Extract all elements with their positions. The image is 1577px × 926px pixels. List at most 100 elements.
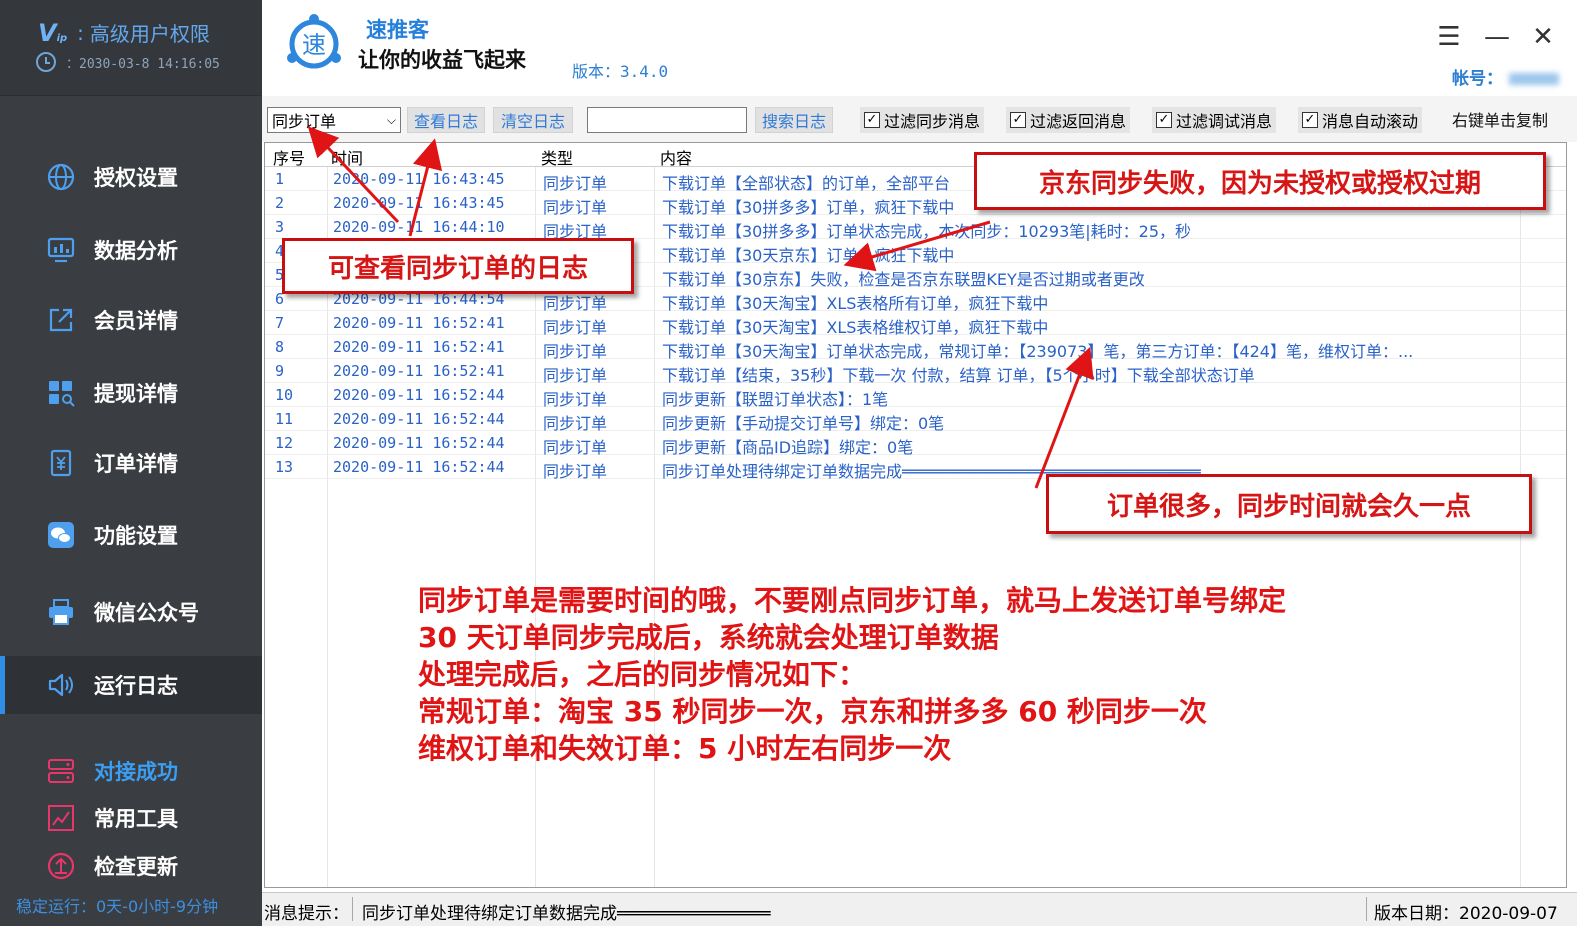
row-time: 2020-09-11 16:44:10 — [333, 218, 505, 236]
nav-label: 数据分析 — [94, 239, 178, 263]
nav-item-run-log[interactable]: 运行日志 — [0, 656, 262, 714]
table-row[interactable]: 3 2020-09-11 16:44:10 同步订单 下载订单【30拼多多】订单状态完… — [265, 215, 1566, 241]
vip-label: 高级用户权限 — [89, 22, 210, 46]
filter-debug-checkbox[interactable]: ✓ 过滤调试消息 — [1152, 107, 1277, 133]
nav-item-data-analysis[interactable]: 数据分析 — [0, 221, 262, 279]
nav-label: 功能设置 — [94, 524, 178, 548]
app-version: 版本：3.4.0 — [572, 62, 669, 81]
yuan-document-icon — [46, 448, 76, 478]
vip-status: Vip : 高级用户权限 — [38, 18, 210, 47]
row-index: 10 — [275, 386, 294, 404]
app-name: 速推客 — [366, 18, 429, 42]
table-row[interactable]: 11 2020-09-11 16:52:44 同步订单 同步更新【手动提交订单号】绑定… — [265, 407, 1566, 433]
filter-return-checkbox[interactable]: ✓ 过滤返回消息 — [1006, 107, 1131, 133]
vip-icon: Vip — [38, 18, 68, 47]
account-value-blurred — [1509, 73, 1559, 85]
row-index: 13 — [275, 458, 294, 476]
callout-view-log: 可查看同步订单的日志 — [282, 238, 634, 294]
tool-label: 常用工具 — [94, 807, 178, 831]
table-row[interactable]: 12 2020-09-11 16:52:44 同步订单 同步更新【商品ID追踪】绑定：… — [265, 431, 1566, 457]
nav-item-withdraw-details[interactable]: 提现详情 — [0, 364, 262, 422]
monitor-chart-icon — [46, 235, 76, 265]
callout-jd-failure: 京东同步失败，因为未授权或授权过期 — [974, 152, 1546, 210]
tool-label: 对接成功 — [94, 760, 178, 784]
clear-log-button[interactable]: 清空日志 — [493, 107, 573, 133]
table-row[interactable]: 10 2020-09-11 16:52:44 同步订单 同步更新【联盟订单状态】：1笔 — [265, 383, 1566, 409]
app-logo: 速 — [280, 10, 348, 78]
nav-item-order-details[interactable]: 订单详情 — [0, 434, 262, 492]
app-slogan: 让你的收益飞起来 — [358, 48, 526, 72]
check-update[interactable]: 检查更新 — [0, 844, 262, 888]
build-date: 版本日期：2020-09-07 — [1374, 904, 1558, 924]
log-search-input[interactable] — [587, 107, 747, 133]
nav-label: 微信公众号 — [94, 601, 199, 625]
tool-label: 检查更新 — [94, 855, 178, 879]
account-label: 帐号： — [1452, 69, 1503, 89]
globe-icon — [46, 162, 76, 192]
row-time: 2020-09-11 16:52:41 — [333, 338, 505, 356]
connection-status[interactable]: 对接成功 — [0, 749, 262, 793]
note-line: 30 天订单同步完成后，系统就会处理订单数据 — [418, 621, 999, 654]
apps-search-icon — [46, 378, 76, 408]
wechat-icon — [46, 520, 76, 550]
nav-label: 订单详情 — [94, 452, 178, 476]
log-toolbar: 同步订单 ⌵ 查看日志 清空日志 搜索日志 ✓ 过滤同步消息 ✓ 过滤返回消息 ✓ 过… — [262, 96, 1577, 142]
chevron-down-icon: ⌵ — [386, 112, 396, 127]
uptime-text: 稳定运行：0天-0小时-9分钟 — [16, 897, 219, 916]
svg-text:速: 速 — [302, 31, 326, 59]
column-header-content[interactable]: 内容 — [660, 145, 692, 169]
clock-icon — [36, 52, 56, 72]
column-header-time[interactable]: 时间 — [331, 145, 363, 169]
sync-notes: 同步订单是需要时间的哦，不要刚点同步订单，就马上发送订单号绑定 30 天订单同步… — [418, 582, 1286, 767]
row-time: 2020-09-11 16:43:45 — [333, 194, 505, 212]
external-link-icon — [46, 305, 76, 335]
sidebar: Vip : 高级用户权限 ：2030-03-8 14:16:05 授权设置 数据… — [0, 0, 262, 926]
table-row[interactable]: 7 2020-09-11 16:52:41 同步订单 下载订单【30天淘宝】XLS表格… — [265, 311, 1566, 337]
note-line: 常规订单：淘宝 35 秒同步一次，京东和拼多多 60 秒同步一次 — [418, 695, 1207, 728]
row-time: 2020-09-11 16:52:44 — [333, 458, 505, 476]
checkbox-checked-icon: ✓ — [1010, 112, 1026, 128]
nav-item-auth-settings[interactable]: 授权设置 — [0, 148, 262, 206]
nav-item-wechat-official[interactable]: 微信公众号 — [0, 583, 262, 641]
nav-item-member-details[interactable]: 会员详情 — [0, 291, 262, 349]
table-row[interactable]: 8 2020-09-11 16:52:41 同步订单 下载订单【30天淘宝】订单状态完… — [265, 335, 1566, 361]
status-message: 同步订单处理待绑定订单数据完成═══════════════ — [362, 904, 771, 924]
auto-scroll-checkbox[interactable]: ✓ 消息自动滚动 — [1298, 107, 1423, 133]
row-time: 2020-09-11 16:52:41 — [333, 314, 505, 332]
row-index: 7 — [275, 314, 285, 332]
filter-sync-checkbox[interactable]: ✓ 过滤同步消息 — [860, 107, 985, 133]
row-index: 1 — [275, 170, 285, 188]
log-type-select[interactable]: 同步订单 ⌵ — [267, 107, 401, 133]
status-label: 消息提示： — [264, 904, 349, 924]
row-time: 2020-09-11 16:52:44 — [333, 410, 505, 428]
view-log-button[interactable]: 查看日志 — [407, 107, 485, 133]
note-line: 维权订单和失效订单：5 小时左右同步一次 — [418, 732, 952, 765]
table-row[interactable]: 9 2020-09-11 16:52:41 同步订单 下载订单【结束，35秒】下载一次… — [265, 359, 1566, 385]
note-line: 处理完成后，之后的同步情况如下： — [418, 658, 867, 691]
nav-item-function-settings[interactable]: 功能设置 — [0, 506, 262, 564]
row-time: 2020-09-11 16:52:41 — [333, 362, 505, 380]
expiry-text: ：2030-03-8 14:16:05 — [66, 56, 220, 72]
checkbox-checked-icon: ✓ — [1302, 112, 1318, 128]
nav-label: 会员详情 — [94, 309, 178, 333]
nav-label: 提现详情 — [94, 382, 178, 406]
column-header-type[interactable]: 类型 — [541, 145, 573, 169]
upload-circle-icon — [46, 851, 76, 881]
search-log-button[interactable]: 搜索日志 — [755, 107, 833, 133]
log-type-value: 同步订单 — [272, 112, 337, 131]
menu-button[interactable]: ☰ — [1434, 22, 1464, 52]
column-header-index[interactable]: 序号 — [273, 145, 305, 169]
nav-label: 授权设置 — [94, 166, 178, 190]
note-line: 同步订单是需要时间的哦，不要刚点同步订单，就马上发送订单号绑定 — [418, 584, 1287, 617]
checkbox-checked-icon: ✓ — [864, 112, 880, 128]
status-bar: 消息提示： 同步订单处理待绑定订单数据完成═══════════════ 版本日… — [262, 892, 1577, 926]
close-button[interactable]: ✕ — [1528, 22, 1558, 52]
minimize-button[interactable]: — — [1482, 22, 1512, 52]
common-tools[interactable]: 常用工具 — [0, 796, 262, 840]
chart-tool-icon — [46, 803, 76, 833]
app-header: 速 速推客 让你的收益飞起来 版本：3.4.0 ☰ — ✕ 帐号： — [262, 0, 1577, 96]
server-icon — [46, 756, 76, 786]
row-index: 11 — [275, 410, 294, 428]
printer-icon — [46, 597, 76, 627]
row-index: 12 — [275, 434, 294, 452]
